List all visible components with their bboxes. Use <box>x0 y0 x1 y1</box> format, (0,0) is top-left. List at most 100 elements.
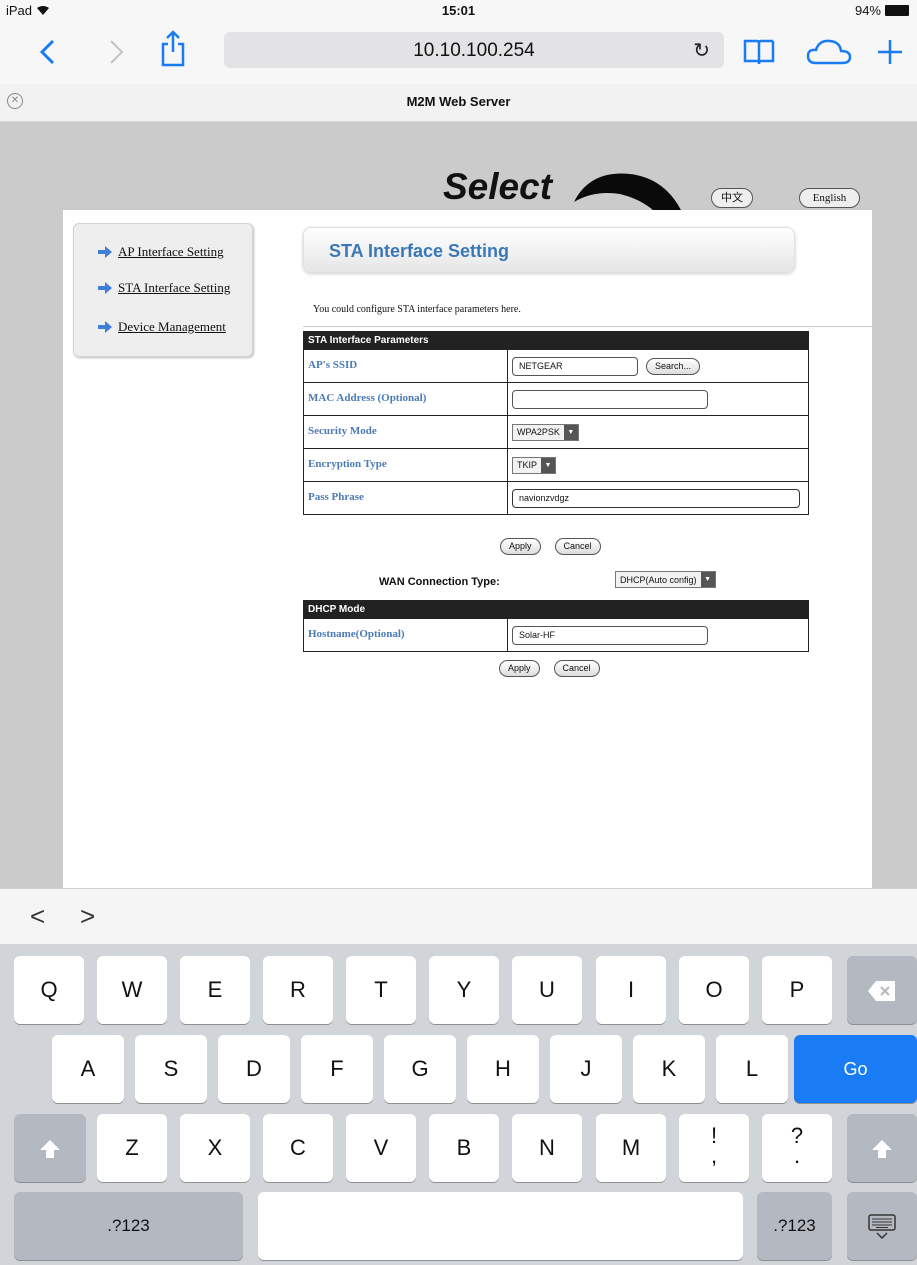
key-b[interactable]: B <box>429 1114 499 1182</box>
encryption-type-select[interactable]: TKIP ▼ <box>512 456 557 474</box>
table-header: STA Interface Parameters <box>304 332 808 349</box>
sta-actions: Apply Cancel <box>500 538 601 555</box>
key-v[interactable]: V <box>346 1114 416 1182</box>
key-secondary-glyph: . <box>793 1143 801 1168</box>
side-navigation: AP Interface Setting STA Interface Setti… <box>73 223 253 357</box>
key-u[interactable]: U <box>512 956 582 1024</box>
key-m[interactable]: M <box>596 1114 666 1182</box>
select-annotation: Select <box>443 166 553 207</box>
divider <box>303 326 873 327</box>
nav-label: Device Management <box>118 319 226 334</box>
encryption-type-value: TKIP <box>517 460 538 470</box>
arrow-right-icon <box>98 321 112 333</box>
cancel-button[interactable]: Cancel <box>553 660 600 677</box>
key-exclamation-comma[interactable]: ! , <box>679 1114 749 1182</box>
apply-button[interactable]: Apply <box>500 538 541 555</box>
mac-address-label: MAC Address (Optional) <box>304 383 508 415</box>
lang-english-button[interactable]: English <box>799 188 860 208</box>
key-i[interactable]: I <box>596 956 666 1024</box>
security-mode-label: Security Mode <box>304 416 508 448</box>
dropdown-arrow-icon: ▼ <box>563 424 578 440</box>
battery-indicator: 94% <box>855 3 909 18</box>
key-j[interactable]: J <box>550 1035 622 1103</box>
key-r[interactable]: R <box>263 956 333 1024</box>
nav-label: STA Interface Setting <box>118 280 231 295</box>
arrow-right-icon <box>98 246 112 258</box>
cancel-button[interactable]: Cancel <box>554 538 601 555</box>
table-row: AP's SSID NETGEAR Search... <box>304 349 808 382</box>
security-mode-select[interactable]: WPA2PSK ▼ <box>512 423 579 441</box>
table-header: DHCP Mode <box>304 601 808 618</box>
shift-key-left[interactable] <box>14 1114 86 1182</box>
key-t[interactable]: T <box>346 956 416 1024</box>
page-description: You could configure STA interface parame… <box>313 304 521 315</box>
key-k[interactable]: K <box>633 1035 705 1103</box>
key-e[interactable]: E <box>180 956 250 1024</box>
nav-sta-interface[interactable]: STA Interface Setting <box>97 280 230 296</box>
key-h[interactable]: H <box>467 1035 539 1103</box>
mac-address-input[interactable] <box>512 389 708 409</box>
shift-key-right[interactable] <box>847 1114 917 1182</box>
space-bar[interactable] <box>258 1192 743 1260</box>
wan-connection-label: WAN Connection Type: <box>379 576 500 588</box>
url-text: 10.10.100.254 <box>413 40 535 61</box>
key-question-period[interactable]: ? . <box>762 1114 832 1182</box>
nav-ap-interface[interactable]: AP Interface Setting <box>97 244 224 260</box>
delete-icon <box>868 981 895 1002</box>
back-icon[interactable] <box>38 38 58 66</box>
hide-keyboard-key[interactable] <box>847 1192 917 1260</box>
key-a[interactable]: A <box>52 1035 124 1103</box>
forward-icon[interactable] <box>106 38 126 66</box>
table-row: Security Mode WPA2PSK ▼ <box>304 415 808 448</box>
address-bar[interactable]: 10.10.100.254 ↻ <box>224 32 724 68</box>
clock: 15:01 <box>441 3 476 18</box>
key-p[interactable]: P <box>762 956 832 1024</box>
hide-keyboard-icon <box>868 1214 896 1240</box>
key-d[interactable]: D <box>218 1035 290 1103</box>
wan-connection-select[interactable]: DHCP(Auto config) ▼ <box>615 571 716 588</box>
hostname-label: Hostname(Optional) <box>304 619 508 651</box>
dhcp-actions: Apply Cancel <box>499 660 600 677</box>
wan-connection-value: DHCP(Auto config) <box>620 574 697 585</box>
key-l[interactable]: L <box>716 1035 788 1103</box>
new-tab-icon[interactable] <box>876 38 904 66</box>
arrow-right-icon <box>98 282 112 294</box>
pass-phrase-input[interactable]: navionzvdgz <box>512 488 800 508</box>
ssid-input[interactable]: NETGEAR <box>512 356 638 376</box>
encryption-type-label: Encryption Type <box>304 449 508 481</box>
battery-percent: 94% <box>854 3 881 18</box>
ssid-label: AP's SSID <box>304 350 508 382</box>
key-n[interactable]: N <box>512 1114 582 1182</box>
next-field-button[interactable]: > <box>80 901 95 932</box>
key-w[interactable]: W <box>97 956 167 1024</box>
tab-bar: ✕ M2M Web Server <box>0 84 917 122</box>
key-q[interactable]: Q <box>14 956 84 1024</box>
section-header: STA Interface Setting <box>303 227 795 273</box>
bookmarks-icon[interactable] <box>743 38 775 66</box>
key-x[interactable]: X <box>180 1114 250 1182</box>
key-g[interactable]: G <box>384 1035 456 1103</box>
previous-field-button[interactable]: < <box>30 901 45 932</box>
go-key[interactable]: Go <box>794 1035 917 1103</box>
table-row: Encryption Type TKIP ▼ <box>304 448 808 481</box>
numbers-key-left[interactable]: .?123 <box>14 1192 243 1260</box>
numbers-key-right[interactable]: .?123 <box>757 1192 832 1260</box>
share-icon[interactable] <box>160 28 186 68</box>
tab-title[interactable]: M2M Web Server <box>0 94 917 109</box>
key-c[interactable]: C <box>263 1114 333 1182</box>
apply-button[interactable]: Apply <box>499 660 540 677</box>
nav-device-management[interactable]: Device Management <box>97 319 226 335</box>
key-f[interactable]: F <box>301 1035 373 1103</box>
key-s[interactable]: S <box>135 1035 207 1103</box>
cloud-tabs-icon[interactable] <box>806 38 852 66</box>
reload-icon[interactable]: ↻ <box>693 38 710 63</box>
delete-key[interactable] <box>847 956 917 1024</box>
key-z[interactable]: Z <box>97 1114 167 1182</box>
sta-parameters-table: STA Interface Parameters AP's SSID NETGE… <box>303 331 809 515</box>
key-y[interactable]: Y <box>429 956 499 1024</box>
key-o[interactable]: O <box>679 956 749 1024</box>
search-button[interactable]: Search... <box>646 357 701 375</box>
security-mode-value: WPA2PSK <box>517 427 560 437</box>
hostname-input[interactable]: Solar-HF <box>512 625 708 645</box>
dropdown-arrow-icon: ▼ <box>541 457 556 473</box>
